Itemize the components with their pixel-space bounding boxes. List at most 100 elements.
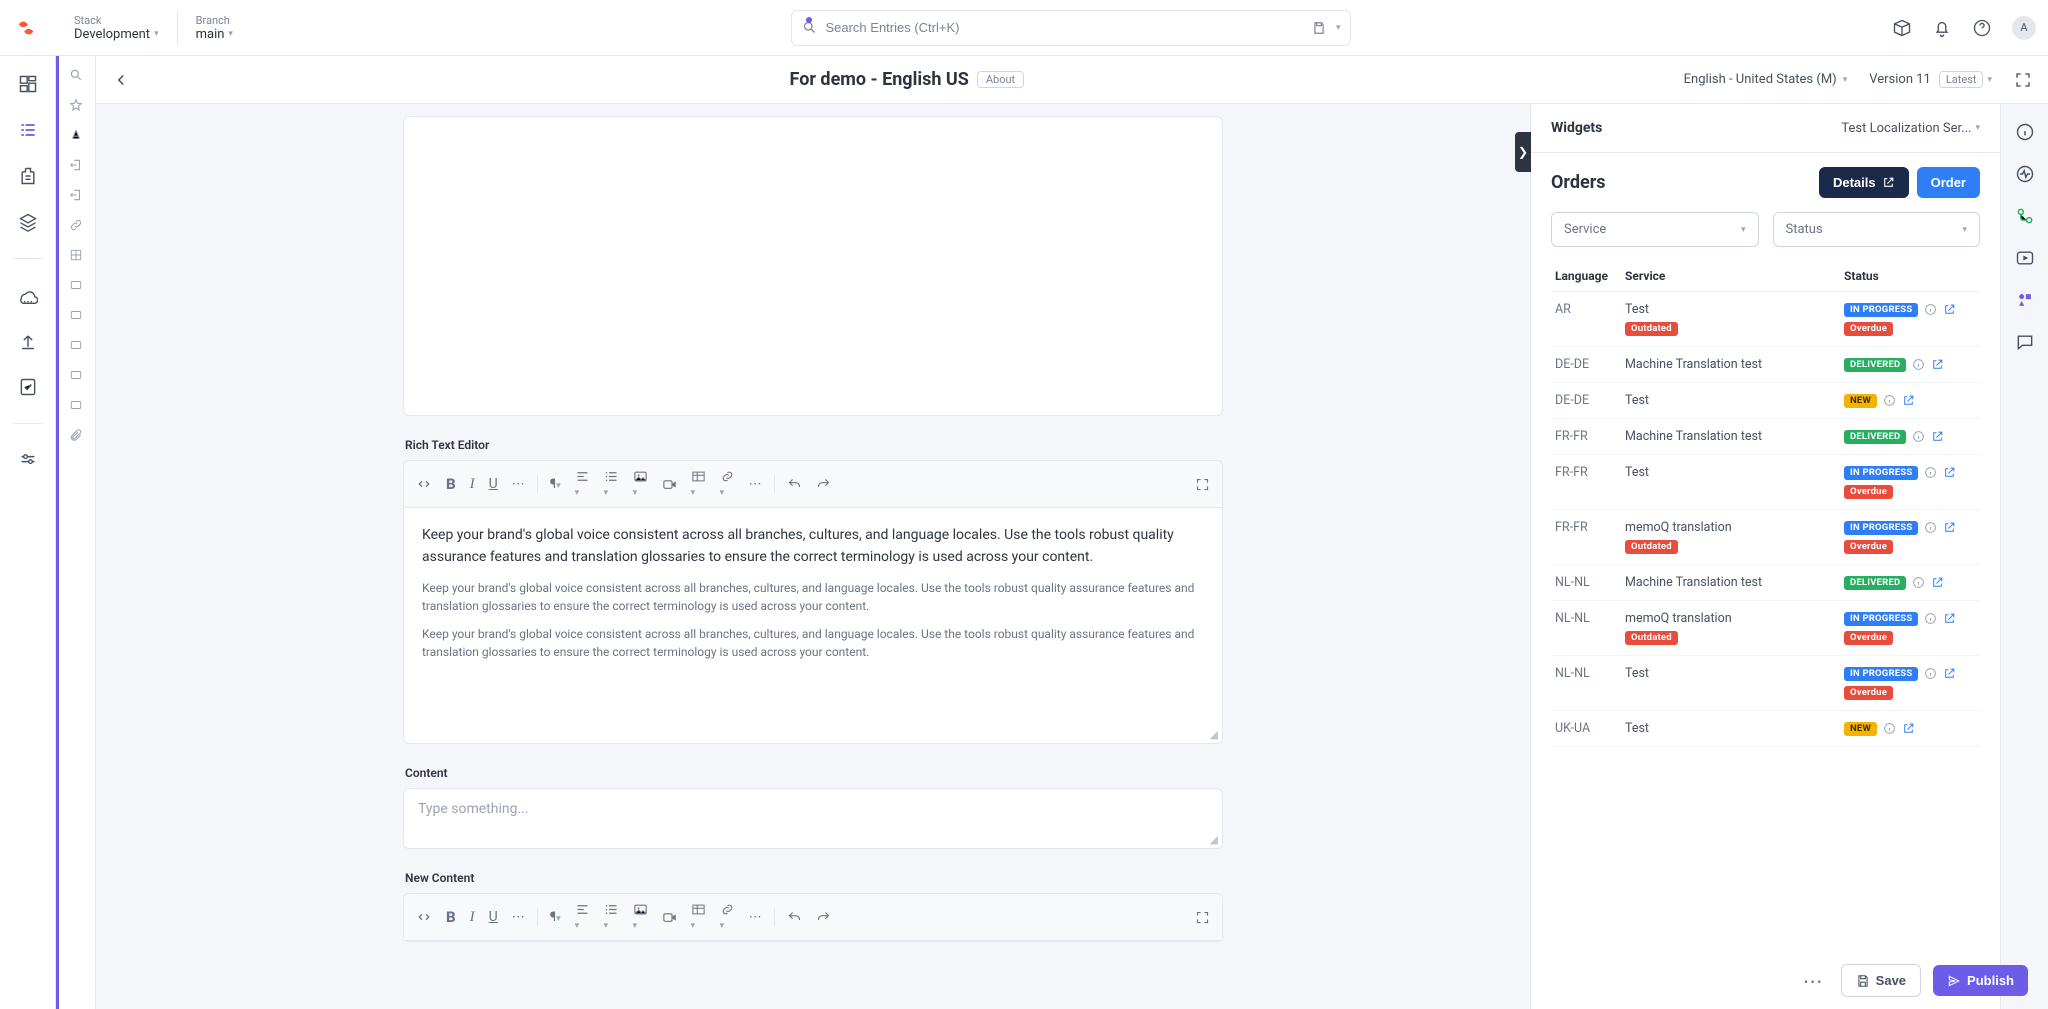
rte-editor[interactable]: Keep your brand's global voice consisten… bbox=[404, 508, 1222, 728]
video-icon[interactable] bbox=[662, 910, 677, 925]
exit-right-icon[interactable] bbox=[69, 158, 83, 172]
underline-icon[interactable]: U bbox=[489, 909, 498, 925]
info-icon[interactable] bbox=[1924, 466, 1937, 479]
widgets-icon[interactable] bbox=[2015, 290, 2035, 310]
fullscreen-icon[interactable] bbox=[2014, 71, 2032, 89]
user-avatar[interactable]: A bbox=[2012, 16, 2036, 40]
text-icon[interactable] bbox=[69, 128, 83, 142]
more-icon[interactable]: ⋯ bbox=[512, 910, 525, 925]
collapse-widgets-tab[interactable]: ❯ bbox=[1515, 132, 1531, 172]
table-row[interactable]: NL-NLMachine Translation testDELIVERED bbox=[1551, 565, 1980, 601]
block-icon[interactable] bbox=[69, 308, 83, 322]
more-actions[interactable]: ⋯ bbox=[1797, 969, 1829, 993]
version-selector[interactable]: Version 11 Latest ▾ bbox=[1869, 71, 1992, 88]
italic-icon[interactable]: I bbox=[470, 909, 475, 926]
details-button[interactable]: Details bbox=[1819, 167, 1909, 198]
branch-selector[interactable]: Branch main▾ bbox=[178, 10, 251, 46]
order-button[interactable]: Order bbox=[1917, 167, 1980, 198]
info-icon[interactable] bbox=[2015, 122, 2035, 142]
italic-icon[interactable]: I bbox=[470, 476, 475, 493]
block-icon[interactable] bbox=[69, 338, 83, 352]
resize-handle[interactable]: ◢ bbox=[404, 833, 1222, 848]
more-icon[interactable]: ⋯ bbox=[749, 477, 762, 492]
table-row[interactable]: DE-DETestNEW bbox=[1551, 383, 1980, 419]
stack-selector[interactable]: Stack Development▾ bbox=[56, 10, 178, 46]
save-button[interactable]: Save bbox=[1841, 964, 1921, 997]
embed-icon[interactable]: ▾ bbox=[720, 469, 735, 499]
search-input[interactable] bbox=[825, 20, 1303, 35]
info-icon[interactable] bbox=[1924, 612, 1937, 625]
nav-releases[interactable] bbox=[12, 279, 44, 311]
comments-icon[interactable] bbox=[2015, 332, 2035, 352]
attachment-icon[interactable] bbox=[69, 428, 83, 442]
resize-handle[interactable]: ◢ bbox=[404, 728, 1222, 743]
code-icon[interactable] bbox=[416, 476, 432, 492]
table-row[interactable]: ARTestOutdatedIN PROGRESSOverdue bbox=[1551, 292, 1980, 347]
align-icon[interactable]: ▾ bbox=[575, 902, 590, 932]
list-icon[interactable]: ▾ bbox=[604, 902, 619, 932]
code-icon[interactable] bbox=[416, 909, 432, 925]
image-icon[interactable]: ▾ bbox=[633, 469, 648, 499]
info-icon[interactable] bbox=[1912, 576, 1925, 589]
block-icon[interactable] bbox=[69, 368, 83, 382]
box-icon[interactable] bbox=[1892, 18, 1912, 38]
redo-icon[interactable] bbox=[816, 910, 831, 925]
align-icon[interactable]: ▾ bbox=[575, 469, 590, 499]
open-external-icon[interactable] bbox=[1943, 521, 1956, 534]
service-filter[interactable]: Service ▾ bbox=[1551, 212, 1759, 247]
search-icon[interactable] bbox=[69, 68, 83, 82]
table-row[interactable]: NL-NLTestIN PROGRESSOverdue bbox=[1551, 656, 1980, 711]
chevron-down-icon[interactable]: ▾ bbox=[1336, 23, 1341, 33]
nav-tasks[interactable] bbox=[12, 371, 44, 403]
nav-settings[interactable] bbox=[12, 444, 44, 476]
nav-dashboard[interactable] bbox=[12, 68, 44, 100]
info-icon[interactable] bbox=[1924, 521, 1937, 534]
bold-icon[interactable]: B bbox=[446, 908, 456, 926]
open-external-icon[interactable] bbox=[1943, 667, 1956, 680]
widget-selector[interactable]: Test Localization Ser... ▾ bbox=[1841, 121, 1980, 136]
preview-icon[interactable] bbox=[2015, 248, 2035, 268]
grid-icon[interactable] bbox=[69, 248, 83, 262]
open-external-icon[interactable] bbox=[1931, 576, 1944, 589]
info-icon[interactable] bbox=[1912, 358, 1925, 371]
locale-selector[interactable]: English - United States (M) ▾ bbox=[1684, 72, 1848, 87]
info-icon[interactable] bbox=[1883, 394, 1896, 407]
activity-icon[interactable] bbox=[2015, 164, 2035, 184]
table-row[interactable]: NL-NLmemoQ translationOutdatedIN PROGRES… bbox=[1551, 601, 1980, 656]
block-icon[interactable] bbox=[69, 278, 83, 292]
paragraph-icon[interactable]: ¶▾ bbox=[550, 910, 561, 925]
nav-assets[interactable] bbox=[12, 206, 44, 238]
bell-icon[interactable] bbox=[1932, 18, 1952, 38]
fullscreen-icon[interactable] bbox=[1195, 477, 1210, 492]
redo-icon[interactable] bbox=[816, 477, 831, 492]
exit-right-icon[interactable] bbox=[69, 188, 83, 202]
info-icon[interactable] bbox=[1912, 430, 1925, 443]
help-icon[interactable] bbox=[1972, 18, 1992, 38]
more-icon[interactable]: ⋯ bbox=[749, 910, 762, 925]
block-icon[interactable] bbox=[69, 398, 83, 412]
save-search-icon[interactable] bbox=[1312, 21, 1326, 35]
compare-icon[interactable] bbox=[2015, 206, 2035, 226]
global-search[interactable]: ▾ bbox=[791, 10, 1351, 46]
publish-button[interactable]: Publish bbox=[1933, 965, 2028, 996]
table-icon[interactable]: ▾ bbox=[691, 469, 706, 499]
open-external-icon[interactable] bbox=[1943, 612, 1956, 625]
status-filter[interactable]: Status ▾ bbox=[1773, 212, 1981, 247]
video-icon[interactable] bbox=[662, 477, 677, 492]
star-icon[interactable] bbox=[69, 98, 83, 112]
info-icon[interactable] bbox=[1924, 303, 1937, 316]
underline-icon[interactable]: U bbox=[489, 476, 498, 492]
embed-icon[interactable]: ▾ bbox=[720, 902, 735, 932]
open-external-icon[interactable] bbox=[1943, 466, 1956, 479]
about-chip[interactable]: About bbox=[977, 71, 1024, 88]
table-row[interactable]: FR-FRMachine Translation testDELIVERED bbox=[1551, 419, 1980, 455]
undo-icon[interactable] bbox=[787, 477, 802, 492]
info-icon[interactable] bbox=[1924, 667, 1937, 680]
table-row[interactable]: FR-FRmemoQ translationOutdatedIN PROGRES… bbox=[1551, 510, 1980, 565]
open-external-icon[interactable] bbox=[1943, 303, 1956, 316]
bold-icon[interactable]: B bbox=[446, 475, 456, 493]
content-input[interactable]: Type something... bbox=[404, 789, 1222, 833]
link-icon[interactable] bbox=[69, 218, 83, 232]
table-row[interactable]: DE-DEMachine Translation testDELIVERED bbox=[1551, 347, 1980, 383]
info-icon[interactable] bbox=[1883, 722, 1896, 735]
